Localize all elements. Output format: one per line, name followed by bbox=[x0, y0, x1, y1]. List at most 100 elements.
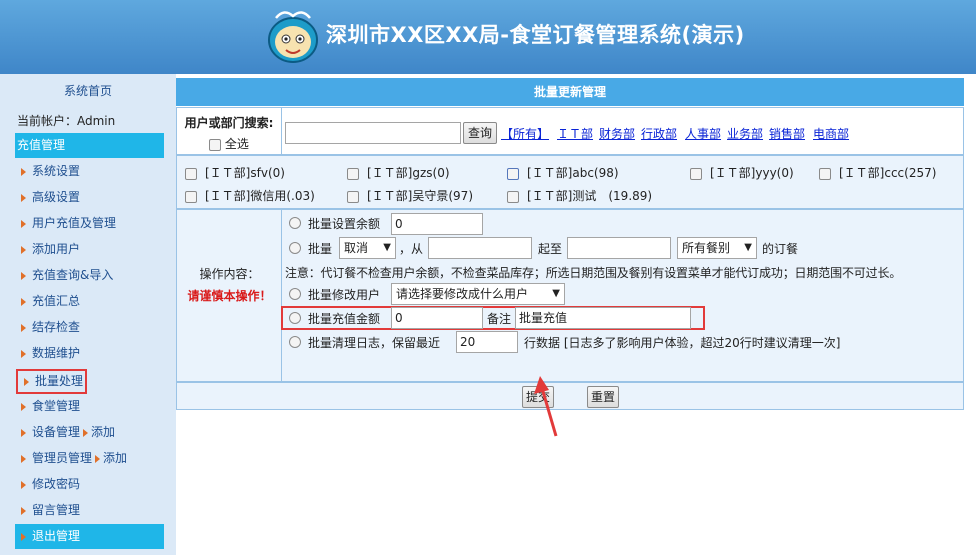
sidebar-item-user-recharge[interactable]: 用户充值及管理 bbox=[15, 211, 164, 236]
add-admin-link[interactable]: 添加 bbox=[103, 451, 127, 465]
arrow-icon bbox=[95, 454, 101, 463]
set-balance-label: 批量设置余额 bbox=[308, 217, 381, 231]
checkbox-icon[interactable] bbox=[209, 138, 222, 151]
clean-log-suffix: 行数据 [日志多了影响用户体验，超过20行时建议清理一次] bbox=[524, 336, 841, 350]
sidebar-item-canteen-management[interactable]: 食堂管理 bbox=[15, 394, 164, 419]
panel-title: 批量更新管理 bbox=[176, 78, 964, 106]
radio-batch-order[interactable] bbox=[289, 242, 301, 254]
arrow-icon bbox=[21, 297, 26, 306]
arrow-icon bbox=[21, 506, 26, 515]
dept-link-admin[interactable]: 行政部 bbox=[641, 125, 677, 142]
operations-warning: 请谨慎本操作！ bbox=[187, 289, 272, 303]
batch-label: 批量 bbox=[308, 242, 333, 256]
to-date-input[interactable] bbox=[567, 237, 671, 259]
checkbox-icon[interactable] bbox=[185, 190, 197, 203]
sidebar-item-admin-management[interactable]: 管理员管理 添加 bbox=[15, 446, 164, 471]
radio-batch-recharge[interactable] bbox=[289, 312, 301, 324]
operations-label-cell: 操作内容： 请谨慎本操作！ bbox=[177, 210, 282, 381]
arrow-icon bbox=[21, 454, 26, 463]
arrow-icon bbox=[21, 271, 26, 280]
checkbox-icon[interactable] bbox=[507, 190, 519, 203]
arrow-icon bbox=[21, 532, 26, 541]
arrow-icon bbox=[21, 245, 26, 254]
arrow-icon bbox=[21, 349, 26, 358]
dept-link-hr[interactable]: 人事部 bbox=[685, 125, 721, 142]
dept-link-sales[interactable]: 销售部 bbox=[769, 125, 805, 142]
query-button[interactable]: 查询 bbox=[463, 122, 497, 144]
meal-type-select[interactable]: 所有餐别 ▼ bbox=[677, 237, 757, 259]
caret-down-icon: ▼ bbox=[552, 288, 560, 299]
recharge-amount-input[interactable]: 0 bbox=[391, 307, 483, 329]
user-checkbox-item[interactable]: [ＩＴ部]yyy(0) bbox=[690, 164, 794, 181]
sidebar-item-device-management[interactable]: 设备管理 添加 bbox=[15, 420, 164, 445]
recharge-amount-label: 批量充值金额 bbox=[308, 312, 381, 326]
user-checkbox-item[interactable]: [ＩＴ部]微信用(.03) bbox=[185, 187, 315, 204]
checkbox-icon[interactable] bbox=[507, 167, 519, 180]
arrow-icon bbox=[21, 428, 26, 437]
user-checkbox-item[interactable]: [ＩＴ部]abc(98) bbox=[507, 164, 619, 181]
arrow-icon bbox=[21, 480, 26, 489]
sidebar-home-link[interactable]: 系统首页 bbox=[0, 82, 176, 99]
sidebar-item-add-user[interactable]: 添加用户 bbox=[15, 237, 164, 262]
checkbox-icon[interactable] bbox=[819, 167, 831, 180]
sidebar-item-logout[interactable]: 退出管理 bbox=[15, 524, 164, 549]
user-checkbox-item[interactable]: [ＩＴ部]测试 (19.89) bbox=[507, 187, 652, 204]
reset-button[interactable]: 重置 bbox=[587, 386, 619, 408]
batch-action-select[interactable]: 取消 ▼ bbox=[339, 237, 396, 259]
arrow-icon bbox=[21, 219, 26, 228]
modify-user-select[interactable]: 请选择要修改成什么用户 ▼ bbox=[391, 283, 565, 305]
sidebar-item-recharge-query[interactable]: 充值查询&导入 bbox=[15, 263, 164, 288]
current-account: 当前帐户：Admin bbox=[17, 114, 116, 128]
modify-user-label: 批量修改用户 bbox=[308, 288, 381, 302]
radio-set-balance[interactable] bbox=[289, 217, 301, 229]
radio-clean-log[interactable] bbox=[289, 336, 301, 348]
sidebar-item-advanced-settings[interactable]: 高级设置 bbox=[15, 185, 164, 210]
caret-down-icon: ▼ bbox=[744, 242, 752, 253]
checkbox-icon[interactable] bbox=[347, 190, 359, 203]
arrow-icon bbox=[21, 193, 26, 202]
sidebar-item-recharge-summary[interactable]: 充值汇总 bbox=[15, 289, 164, 314]
from-date-input[interactable] bbox=[428, 237, 532, 259]
dept-link-business[interactable]: 业务部 bbox=[727, 125, 763, 142]
radio-modify-user[interactable] bbox=[289, 288, 301, 300]
submit-row: 提交 重置 bbox=[176, 382, 964, 410]
operations-label: 操作内容： bbox=[199, 267, 260, 281]
remark-input[interactable]: 批量充值 bbox=[515, 307, 691, 329]
sidebar-item-balance-check[interactable]: 结存检查 bbox=[15, 315, 164, 340]
arrow-icon bbox=[21, 402, 26, 411]
search-label-cell: 用户或部门搜索: 全选 bbox=[177, 108, 282, 154]
sidebar-item-system-settings[interactable]: 系统设置 bbox=[15, 159, 164, 184]
app-header: 深圳市XX区XX局-食堂订餐管理系统(演示) bbox=[0, 0, 976, 74]
dept-link-ecommerce[interactable]: 电商部 bbox=[813, 125, 849, 142]
search-input[interactable] bbox=[285, 122, 461, 144]
checkbox-icon[interactable] bbox=[690, 167, 702, 180]
order-note: 注意：代订餐不检查用户余额，不检查菜品库存；所选日期范围及餐别有设置菜单才能代订… bbox=[285, 266, 902, 280]
set-balance-input[interactable]: 0 bbox=[391, 213, 483, 235]
checkbox-icon[interactable] bbox=[347, 167, 359, 180]
remark-label: 备注 bbox=[487, 312, 512, 326]
sidebar-item-batch-processing[interactable]: 批量处理 bbox=[16, 369, 87, 394]
dept-link-all[interactable]: 【所有】 bbox=[501, 125, 549, 142]
sidebar-item-data-maintenance[interactable]: 数据维护 bbox=[15, 341, 164, 366]
user-checkbox-item[interactable]: [ＩＴ部]ccc(257) bbox=[819, 164, 936, 181]
clean-log-label: 批量清理日志，保留最近 bbox=[308, 336, 441, 350]
user-checkbox-item[interactable]: [ＩＴ部]gzs(0) bbox=[347, 164, 450, 181]
user-checkbox-item[interactable]: [ＩＴ部]sfv(0) bbox=[185, 164, 285, 181]
sidebar-item-message-management[interactable]: 留言管理 bbox=[15, 498, 164, 523]
logo-icon bbox=[268, 11, 318, 63]
add-device-link[interactable]: 添加 bbox=[91, 425, 115, 439]
arrow-icon bbox=[21, 167, 26, 176]
annotation-arrow-icon bbox=[534, 376, 558, 437]
arrow-icon bbox=[21, 323, 26, 332]
dept-link-finance[interactable]: 财务部 bbox=[599, 125, 635, 142]
checkbox-icon[interactable] bbox=[185, 167, 197, 180]
clean-log-input[interactable]: 20 bbox=[456, 331, 518, 353]
sidebar-section-recharge[interactable]: 充值管理 bbox=[15, 133, 164, 158]
dept-link-it[interactable]: ＩＴ部 bbox=[557, 125, 593, 142]
select-all-checkbox[interactable]: 全选 bbox=[177, 135, 281, 152]
user-checkbox-item[interactable]: [ＩＴ部]吴守景(97) bbox=[347, 187, 473, 204]
search-label: 用户或部门搜索: bbox=[184, 116, 274, 130]
user-list-row: [ＩＴ部]sfv(0) [ＩＴ部]gzs(0) [ＩＴ部]abc(98) [ＩＴ… bbox=[176, 155, 964, 209]
app-title: 深圳市XX区XX局-食堂订餐管理系统(演示) bbox=[326, 23, 745, 47]
sidebar-item-change-password[interactable]: 修改密码 bbox=[15, 472, 164, 497]
